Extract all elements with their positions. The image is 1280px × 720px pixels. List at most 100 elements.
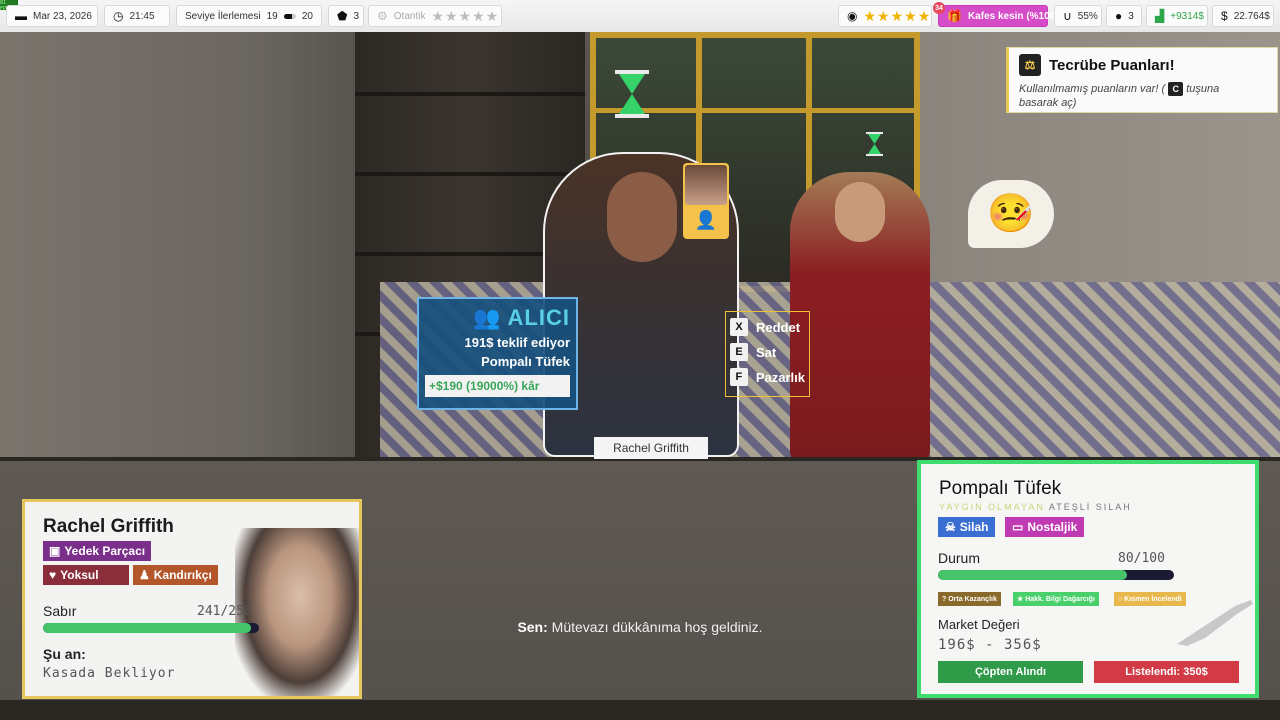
- cassette-icon: ▭: [1012, 520, 1024, 534]
- patience-label: Sabır: [43, 603, 77, 619]
- gift-icon: 🎁: [947, 9, 962, 23]
- speaker-name: Sen:: [517, 619, 548, 635]
- mood-emoji-icon: 🤒: [968, 180, 1054, 248]
- dialogue-subtitle: Sen: Mütevazı dükkânıma hoş geldiniz.: [400, 619, 880, 635]
- authenticity-rating[interactable]: ⚙ Otantik ★★★★★: [368, 5, 502, 27]
- money-bag-icon: $: [1221, 9, 1228, 23]
- income-text: +9314$: [1170, 10, 1204, 22]
- level-label: Seviye İlerlemesi: [185, 10, 261, 22]
- patience-bar: [43, 623, 259, 633]
- action-menu: X Reddet E Sat F Pazarlık: [725, 311, 810, 397]
- counter-edge: [0, 700, 1280, 720]
- level-next: 20: [301, 10, 313, 22]
- income-display[interactable]: ▟ +9314$: [1146, 5, 1208, 27]
- clock-icon: ◷: [113, 9, 124, 23]
- premium-label: Kafes kesin (%100): [967, 10, 1059, 22]
- authentic-icon: ⚙: [377, 9, 388, 23]
- badge-count: 3: [353, 10, 359, 22]
- listed-price-button[interactable]: Listelendi: 350$: [1094, 661, 1239, 683]
- crossbones-icon: ☠: [945, 520, 956, 534]
- status-value: Kasada Bekliyor: [43, 666, 176, 681]
- source-button[interactable]: Çöpten Alındı: [938, 661, 1083, 683]
- wrench-icon: ▣: [49, 544, 61, 558]
- condition-label: Durum: [938, 550, 981, 566]
- magnet-icon: ∪: [1063, 9, 1072, 23]
- sell-button[interactable]: E Sat: [730, 343, 805, 361]
- haggle-label: Pazarlık: [755, 369, 805, 385]
- toast-body: Kullanılmamış puanların var! ( C tuşuna …: [1019, 82, 1220, 109]
- badge-counter[interactable]: ⬟ 3: [328, 5, 364, 27]
- haggle-button[interactable]: F Pazarlık: [730, 368, 805, 386]
- reputation-percent[interactable]: ∪ 55%: [1054, 5, 1102, 27]
- customer-nameplate: Rachel Griffith: [594, 437, 708, 459]
- badge-icon: ⬟: [337, 9, 348, 23]
- item-category: YAYGIN OLMAYAN ATEŞLİ SILAH: [939, 502, 1237, 512]
- token-counter[interactable]: ● 3: [1106, 5, 1142, 27]
- tag-weapon[interactable]: ☠ Silah: [938, 517, 996, 537]
- reject-button[interactable]: X Reddet: [730, 318, 805, 336]
- key-hint: C: [1168, 82, 1184, 96]
- reputation-pct-text: 55%: [1077, 10, 1098, 22]
- reputation-rating[interactable]: ◉ ★★★★★: [838, 5, 932, 27]
- waiting-customer[interactable]: [790, 172, 930, 462]
- xp-notification[interactable]: ⚖ Tecrübe Puanları! Kullanılmamış puanla…: [1006, 47, 1278, 113]
- market-range: 196$ - 356$: [938, 637, 1042, 653]
- chip-profit: ? Orta Kazançlık: [938, 592, 1001, 606]
- hourglass-icon: [615, 70, 649, 118]
- date-text: Mar 23, 2026: [33, 10, 92, 22]
- cash-display[interactable]: $ 22.764$: [1212, 5, 1274, 27]
- reject-label: Reddet: [756, 319, 801, 335]
- authentic-stars: ★★★★★: [431, 7, 500, 24]
- reputation-stars: ★★★★★: [863, 7, 932, 24]
- authentic-label: Otantik: [393, 10, 426, 22]
- cash-text: 22.764$: [1233, 10, 1270, 22]
- patience-value: 241/250: [197, 604, 252, 619]
- shield-check-icon: ◉: [847, 9, 858, 23]
- sell-label: Sat: [756, 344, 777, 360]
- token-count: 3: [1128, 10, 1134, 22]
- trait-poor[interactable]: ♥ Yoksul: [43, 565, 129, 585]
- key-f: F: [730, 368, 748, 386]
- market-label: Market Değeri: [938, 617, 1020, 632]
- level-current: 19: [266, 10, 278, 22]
- buyer-role: ALICI: [507, 305, 570, 330]
- offer-item: Pompalı Tüfek: [481, 354, 570, 369]
- customer-photo: [235, 528, 359, 696]
- trait-trickster[interactable]: ♟ Kandırıkçı: [133, 565, 218, 585]
- trait-spare-parts[interactable]: ▣ Yedek Parçacı: [43, 541, 152, 561]
- condition-value: 80/100: [1118, 551, 1165, 566]
- mask-icon: ♟: [139, 568, 150, 582]
- customer-thumbnail: [685, 165, 727, 205]
- time-text: 21:45: [129, 10, 155, 22]
- shotgun-icon: [1177, 600, 1253, 646]
- buyer-icon: 👥: [473, 305, 502, 330]
- key-e: E: [730, 343, 748, 361]
- date-display: ▬ Mar 23, 2026: [6, 5, 98, 27]
- item-rarity: YAYGIN OLMAYAN: [939, 502, 1045, 512]
- condition-bar: [938, 570, 1174, 580]
- buyer-icon: 👤: [694, 209, 718, 230]
- level-progress[interactable]: Seviye İlerlemesi 19 20: [176, 5, 322, 27]
- time-display: ◷ 21:45: [104, 5, 170, 27]
- item-type: ATEŞLİ SILAH: [1048, 502, 1132, 512]
- key-x: X: [730, 318, 748, 336]
- wallet-icon: ♥: [49, 568, 57, 582]
- notification-badge: 34: [933, 2, 945, 14]
- hourglass-icon: [866, 132, 883, 156]
- token-icon: ●: [1115, 9, 1123, 23]
- customer-card: Rachel Griffith ▣ Yedek Parçacı ♥ Yoksul ♟…: [22, 499, 362, 699]
- offer-profit: +$190 (19000%) kâr: [425, 375, 570, 397]
- calendar-icon: ▬: [15, 9, 27, 23]
- level-bar: [283, 13, 296, 19]
- item-name: Pompalı Tüfek: [939, 478, 1062, 499]
- customer-name: Rachel Griffith: [43, 516, 174, 537]
- premium-offer[interactable]: 34 🎁 Kafes kesin (%100): [933, 2, 1059, 27]
- dialogue-text: Mütevazı dükkânıma hoş geldiniz.: [551, 619, 763, 635]
- top-hud: 81 FPS ▬ Mar 23, 2026 ◷ 21:45 Seviye İle…: [0, 0, 1280, 32]
- offer-amount: 191$ teklif ediyor: [464, 335, 571, 350]
- status-label: Şu an:: [43, 646, 86, 662]
- customer-portrait-marker: 👤: [683, 163, 729, 239]
- scales-icon: ⚖: [1019, 54, 1041, 76]
- toast-title: Tecrübe Puanları!: [1049, 56, 1175, 74]
- tag-nostalgic[interactable]: ▭ Nostaljik: [1005, 517, 1085, 537]
